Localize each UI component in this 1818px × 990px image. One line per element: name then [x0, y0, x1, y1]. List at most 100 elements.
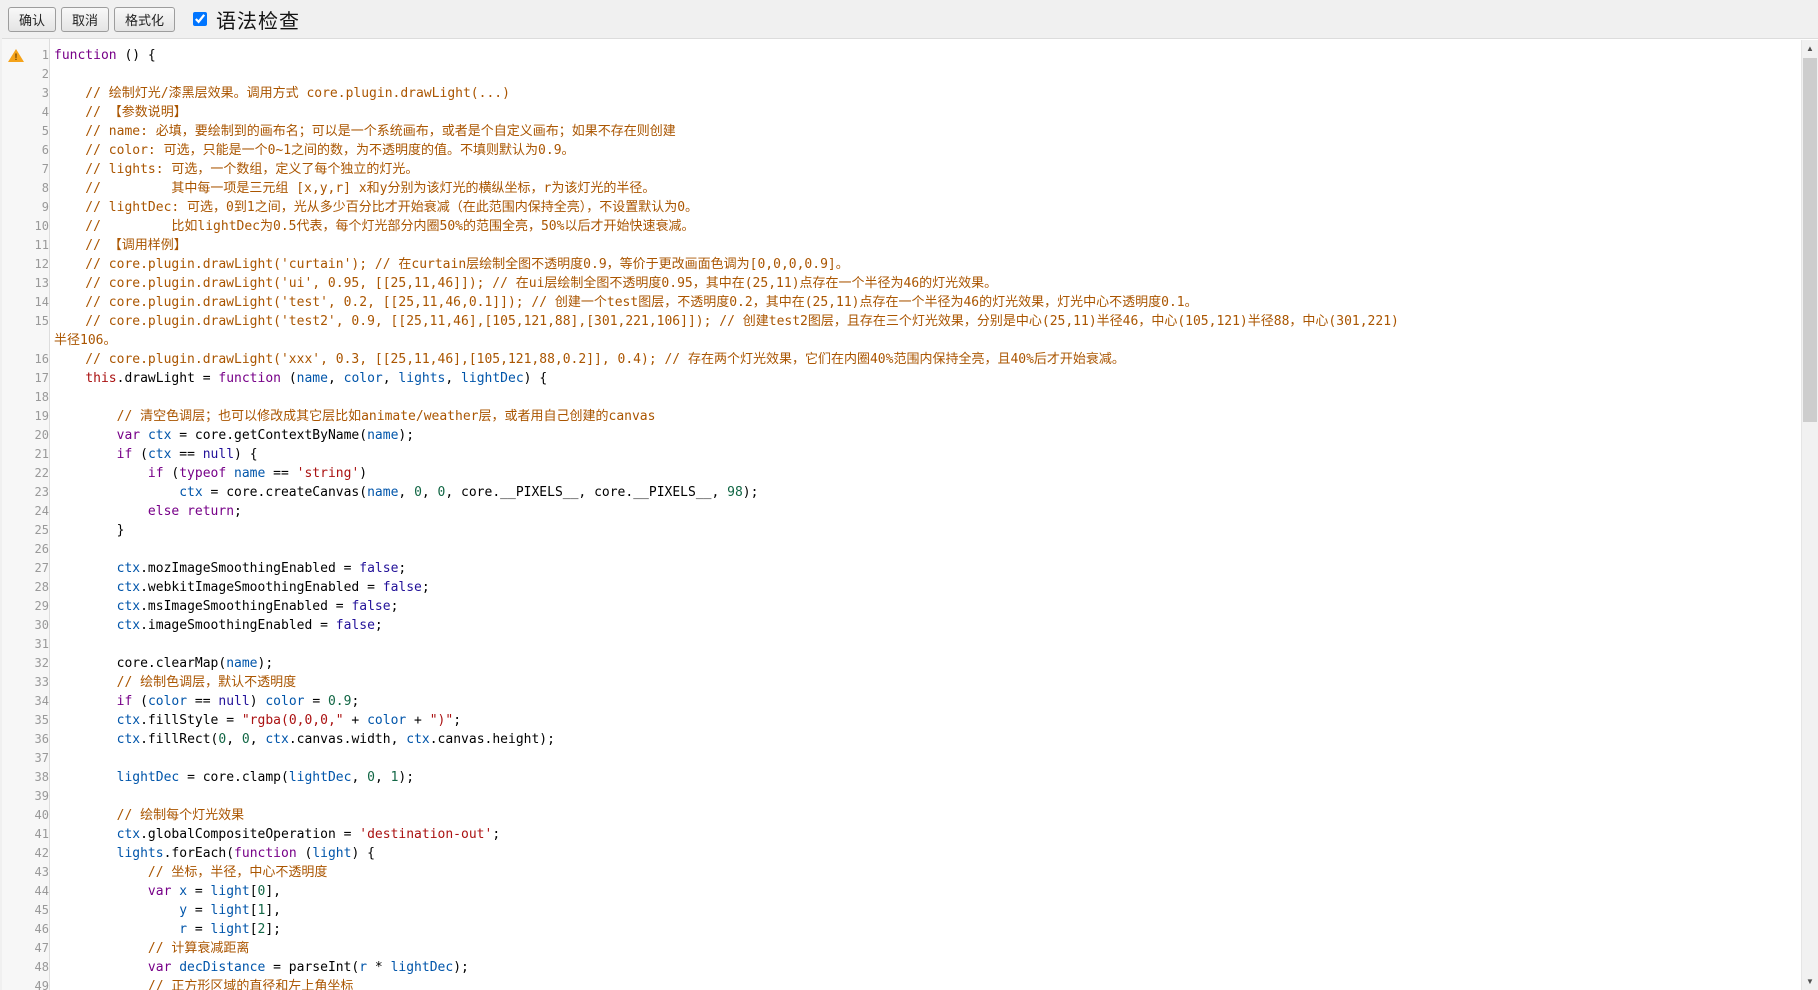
code-line[interactable]: 44 var x = light[0],	[2, 882, 1801, 901]
code-line[interactable]: 33 // 绘制色调层，默认不透明度	[2, 673, 1801, 692]
gutter-marker-cell	[2, 407, 28, 426]
code-line[interactable]: 32 core.clearMap(name);	[2, 654, 1801, 673]
line-number: 5	[28, 122, 54, 141]
code-text: function () {	[54, 46, 1801, 65]
code-text: ctx.mozImageSmoothingEnabled = false;	[54, 559, 1801, 578]
line-number: 2	[28, 65, 54, 84]
code-line[interactable]: 6 // color: 可选，只能是一个0~1之间的数，为不透明度的值。不填则默…	[2, 141, 1801, 160]
gutter-marker-cell	[2, 464, 28, 483]
code-line[interactable]: 10 // 比如lightDec为0.5代表，每个灯光部分内圈50%的范围全亮，…	[2, 217, 1801, 236]
code-line[interactable]: 21 if (ctx == null) {	[2, 445, 1801, 464]
code-line[interactable]: 14 // core.plugin.drawLight('test', 0.2,…	[2, 293, 1801, 312]
code-line[interactable]: 38 lightDec = core.clamp(lightDec, 0, 1)…	[2, 768, 1801, 787]
code-text: this.drawLight = function (name, color, …	[54, 369, 1801, 388]
code-line[interactable]: 29 ctx.msImageSmoothingEnabled = false;	[2, 597, 1801, 616]
gutter-marker-cell	[2, 578, 28, 597]
code-line[interactable]: 45 y = light[1],	[2, 901, 1801, 920]
code-line[interactable]: 16 // core.plugin.drawLight('xxx', 0.3, …	[2, 350, 1801, 369]
code-text: // 正方形区域的直径和左上角坐标	[54, 977, 1801, 990]
gutter-marker-cell	[2, 65, 28, 84]
code-text: var x = light[0],	[54, 882, 1801, 901]
code-line[interactable]: 28 ctx.webkitImageSmoothingEnabled = fal…	[2, 578, 1801, 597]
code-text: // 坐标，半径，中心不透明度	[54, 863, 1801, 882]
code-line[interactable]: 49 // 正方形区域的直径和左上角坐标	[2, 977, 1801, 990]
line-number: 47	[28, 939, 54, 958]
code-line[interactable]: 47 // 计算衰减距离	[2, 939, 1801, 958]
code-line[interactable]: 8 // 其中每一项是三元组 [x,y,r] x和y分别为该灯光的横纵坐标，r为…	[2, 179, 1801, 198]
code-line[interactable]: 42 lights.forEach(function (light) {	[2, 844, 1801, 863]
scroll-up-arrow-icon[interactable]: ▲	[1802, 40, 1818, 57]
code-line[interactable]: 31	[2, 635, 1801, 654]
code-line[interactable]: 40 // 绘制每个灯光效果	[2, 806, 1801, 825]
code-text: // 绘制灯光/漆黑层效果。调用方式 core.plugin.drawLight…	[54, 84, 1801, 103]
code-editor[interactable]: 1function () {23 // 绘制灯光/漆黑层效果。调用方式 core…	[2, 38, 1818, 990]
code-text	[54, 540, 1801, 559]
code-line[interactable]: 11 // 【调用样例】	[2, 236, 1801, 255]
code-text: // 【调用样例】	[54, 236, 1801, 255]
code-line[interactable]: 12 // core.plugin.drawLight('curtain'); …	[2, 255, 1801, 274]
gutter-marker-cell	[2, 920, 28, 939]
gutter-marker-cell	[2, 312, 28, 350]
code-line[interactable]: 41 ctx.globalCompositeOperation = 'desti…	[2, 825, 1801, 844]
line-number: 29	[28, 597, 54, 616]
syntax-check-checkbox[interactable]	[193, 12, 207, 26]
gutter-marker-cell	[2, 350, 28, 369]
code-line[interactable]: 48 var decDistance = parseInt(r * lightD…	[2, 958, 1801, 977]
line-number: 31	[28, 635, 54, 654]
line-number: 16	[28, 350, 54, 369]
code-line[interactable]: 3 // 绘制灯光/漆黑层效果。调用方式 core.plugin.drawLig…	[2, 84, 1801, 103]
code-line[interactable]: 13 // core.plugin.drawLight('ui', 0.95, …	[2, 274, 1801, 293]
code-line[interactable]: 5 // name: 必填，要绘制到的画布名；可以是一个系统画布，或者是个自定义…	[2, 122, 1801, 141]
code-line[interactable]: 1function () {	[2, 46, 1801, 65]
code-text: ctx.globalCompositeOperation = 'destinat…	[54, 825, 1801, 844]
code-line[interactable]: 2	[2, 65, 1801, 84]
code-text	[54, 787, 1801, 806]
code-line[interactable]: 35 ctx.fillStyle = "rgba(0,0,0," + color…	[2, 711, 1801, 730]
line-number: 42	[28, 844, 54, 863]
line-number: 22	[28, 464, 54, 483]
code-line[interactable]: 22 if (typeof name == 'string')	[2, 464, 1801, 483]
line-number: 41	[28, 825, 54, 844]
scrollbar-thumb[interactable]	[1803, 58, 1817, 422]
code-line[interactable]: 17 this.drawLight = function (name, colo…	[2, 369, 1801, 388]
code-line[interactable]: 4 // 【参数说明】	[2, 103, 1801, 122]
code-line[interactable]: 26	[2, 540, 1801, 559]
gutter-marker-cell	[2, 122, 28, 141]
code-line[interactable]: 39	[2, 787, 1801, 806]
scroll-down-arrow-icon[interactable]: ▼	[1802, 973, 1818, 990]
code-line[interactable]: 27 ctx.mozImageSmoothingEnabled = false;	[2, 559, 1801, 578]
confirm-button[interactable]: 确认	[8, 7, 56, 32]
cancel-button[interactable]: 取消	[61, 7, 109, 32]
code-line[interactable]: 24 else return;	[2, 502, 1801, 521]
code-text: // 比如lightDec为0.5代表，每个灯光部分内圈50%的范围全亮，50%…	[54, 217, 1801, 236]
code-line[interactable]: 7 // lights: 可选，一个数组，定义了每个独立的灯光。	[2, 160, 1801, 179]
code-line[interactable]: 25 }	[2, 521, 1801, 540]
code-line[interactable]: 37	[2, 749, 1801, 768]
gutter-marker-cell	[2, 293, 28, 312]
code-line[interactable]: 15 // core.plugin.drawLight('test2', 0.9…	[2, 312, 1801, 350]
code-text: lights.forEach(function (light) {	[54, 844, 1801, 863]
line-number: 11	[28, 236, 54, 255]
vertical-scrollbar[interactable]: ▲ ▼	[1801, 40, 1818, 990]
line-number: 9	[28, 198, 54, 217]
code-line[interactable]: 9 // lightDec: 可选，0到1之间，光从多少百分比才开始衰减（在此范…	[2, 198, 1801, 217]
line-number: 24	[28, 502, 54, 521]
code-line[interactable]: 19 // 清空色调层；也可以修改成其它层比如animate/weather层，…	[2, 407, 1801, 426]
code-line[interactable]: 20 var ctx = core.getContextByName(name)…	[2, 426, 1801, 445]
format-button[interactable]: 格式化	[114, 7, 175, 32]
line-number: 12	[28, 255, 54, 274]
gutter-marker-cell	[2, 236, 28, 255]
line-number: 34	[28, 692, 54, 711]
line-number: 39	[28, 787, 54, 806]
line-number: 27	[28, 559, 54, 578]
code-line[interactable]: 43 // 坐标，半径，中心不透明度	[2, 863, 1801, 882]
code-text: // color: 可选，只能是一个0~1之间的数，为不透明度的值。不填则默认为…	[54, 141, 1801, 160]
line-number: 15	[28, 312, 54, 350]
code-line[interactable]: 23 ctx = core.createCanvas(name, 0, 0, c…	[2, 483, 1801, 502]
line-number: 33	[28, 673, 54, 692]
code-line[interactable]: 46 r = light[2];	[2, 920, 1801, 939]
code-line[interactable]: 18	[2, 388, 1801, 407]
code-line[interactable]: 30 ctx.imageSmoothingEnabled = false;	[2, 616, 1801, 635]
code-line[interactable]: 34 if (color == null) color = 0.9;	[2, 692, 1801, 711]
code-line[interactable]: 36 ctx.fillRect(0, 0, ctx.canvas.width, …	[2, 730, 1801, 749]
